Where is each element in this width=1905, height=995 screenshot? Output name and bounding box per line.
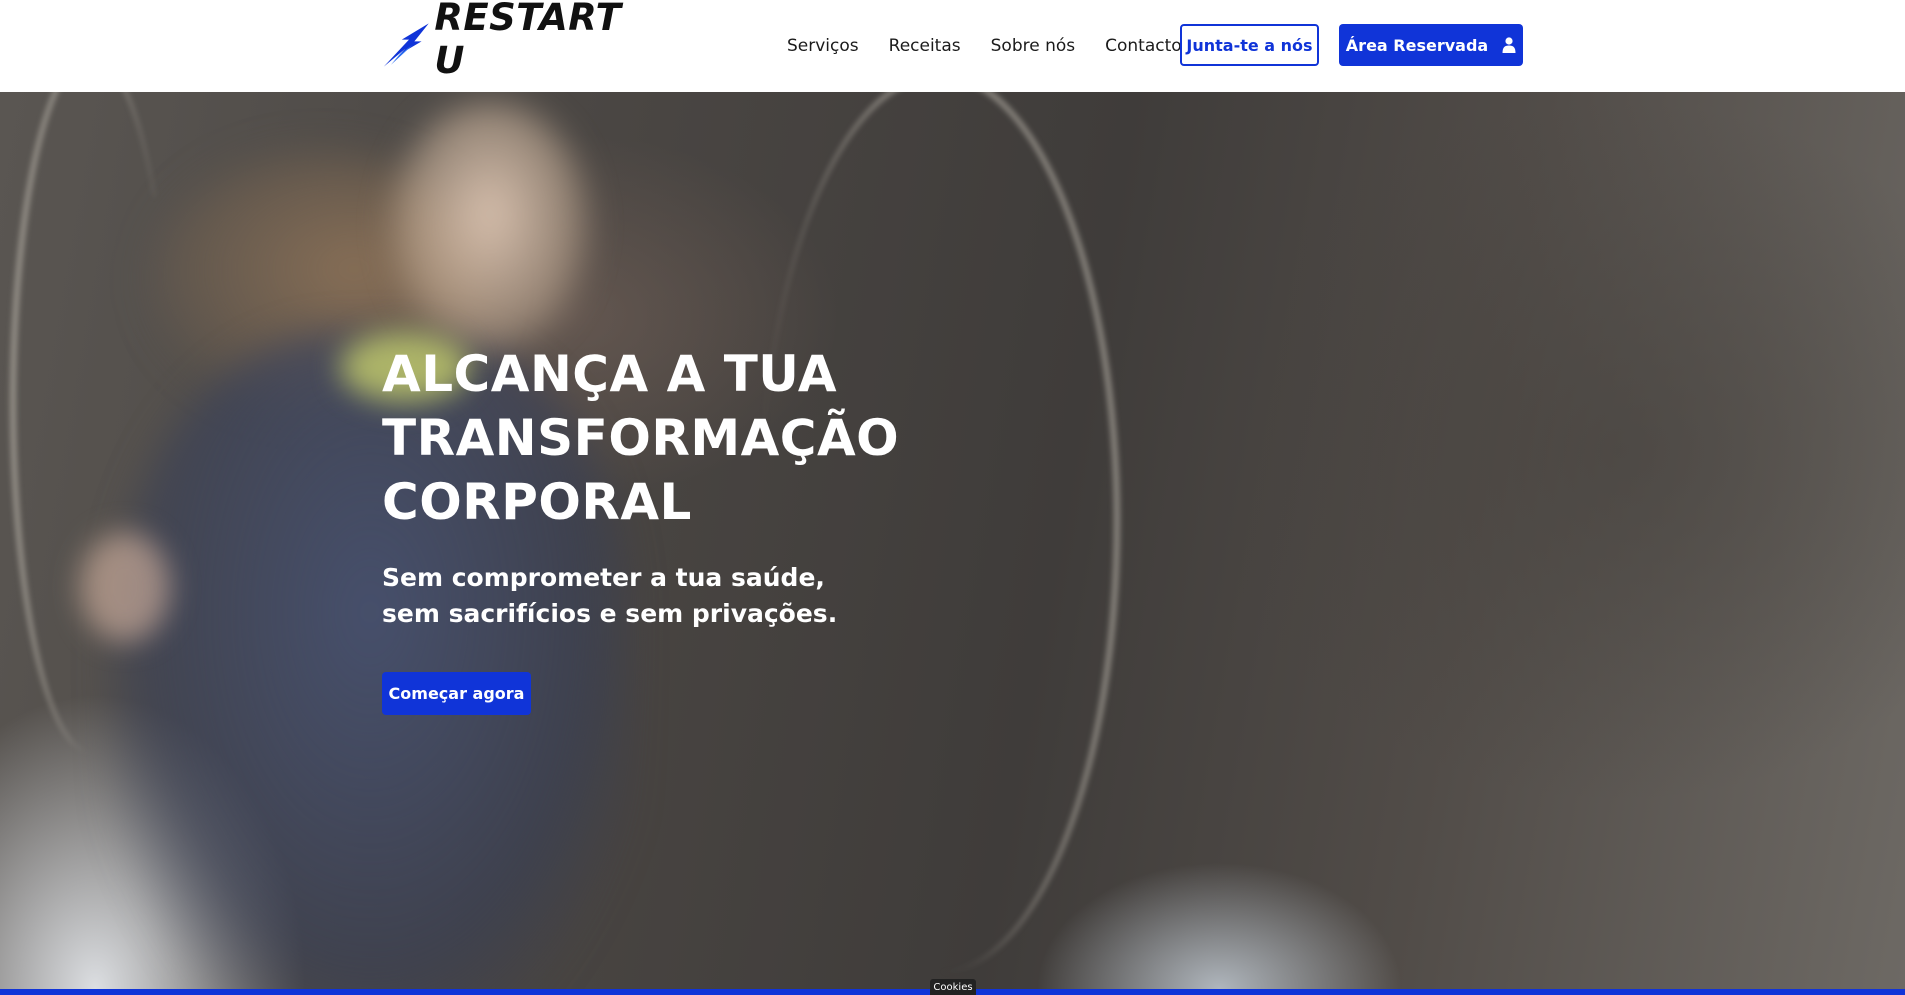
nav-contactos[interactable]: Contactos	[1105, 36, 1190, 56]
hero-content: ALCANÇA A TUA TRANSFORMAÇÃO CORPORAL Sem…	[382, 342, 942, 715]
hero-background-head	[390, 102, 590, 352]
join-button[interactable]: Junta-te a nós	[1180, 24, 1319, 66]
hero-title-line: CORPORAL	[382, 473, 692, 531]
nav-sobre-nos[interactable]: Sobre nós	[991, 36, 1076, 56]
cookies-button[interactable]: Cookies	[930, 979, 976, 995]
hero-background-hand	[80, 532, 170, 642]
main-nav: Serviços Receitas Sobre nós Contactos	[787, 24, 1221, 68]
hero-subtitle-line: Sem comprometer a tua saúde,	[382, 563, 825, 592]
user-icon	[1502, 37, 1516, 53]
start-now-button[interactable]: Começar agora	[382, 672, 531, 715]
reserved-area-button[interactable]: Área Reservada	[1339, 24, 1523, 66]
reserved-area-label: Área Reservada	[1345, 35, 1489, 55]
lightning-arrow-icon	[383, 23, 429, 67]
site-header: RESTART U Serviços Receitas Sobre nós Co…	[0, 0, 1905, 92]
logo[interactable]: RESTART U	[382, 0, 642, 82]
nav-servicos[interactable]: Serviços	[787, 36, 859, 56]
hero-title-line: TRANSFORMAÇÃO	[382, 409, 900, 467]
hero-section: ALCANÇA A TUA TRANSFORMAÇÃO CORPORAL Sem…	[0, 92, 1905, 989]
hero-subtitle: Sem comprometer a tua saúde, sem sacrifí…	[382, 560, 942, 632]
hero-title-line: ALCANÇA A TUA	[382, 345, 838, 403]
logo-text: RESTART U	[434, 0, 622, 82]
hero-subtitle-line: sem sacrifícios e sem privações.	[382, 599, 838, 628]
nav-receitas[interactable]: Receitas	[889, 36, 961, 56]
hero-title: ALCANÇA A TUA TRANSFORMAÇÃO CORPORAL	[382, 342, 942, 534]
